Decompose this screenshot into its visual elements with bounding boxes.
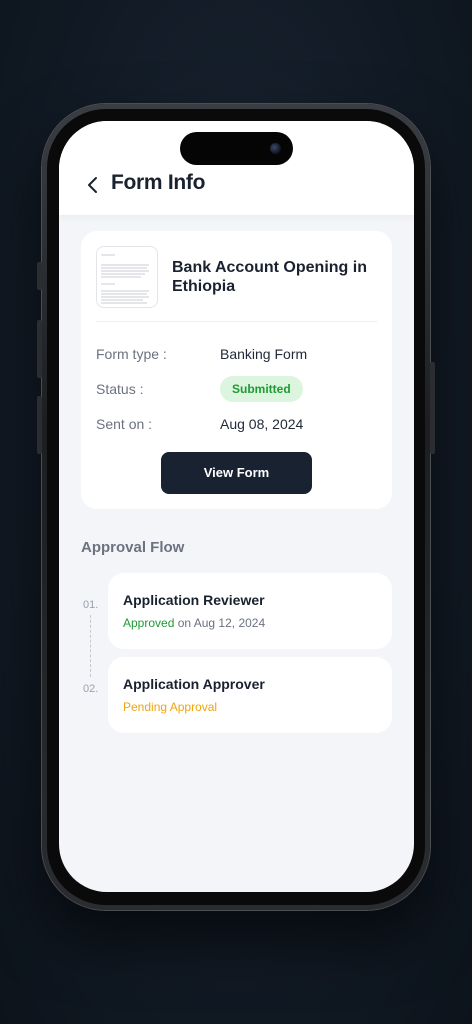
status-badge: Submitted [220, 376, 303, 402]
phone-side-button [37, 262, 42, 290]
form-type-value: Banking Form [220, 346, 308, 362]
step-number: 02. [83, 683, 99, 695]
phone-side-button [430, 362, 435, 454]
document-title: Bank Account Opening in Ethiopia [172, 259, 367, 295]
page-title: Form Info [111, 171, 206, 194]
dynamic-island [180, 132, 293, 165]
approval-step-reviewer[interactable]: Application Reviewer Approved on Aug 12,… [108, 573, 392, 649]
step-title: Application Approver [123, 676, 265, 692]
phone-side-button [37, 320, 42, 378]
camera-icon [270, 143, 281, 154]
step-status: Approved on Aug 12, 2024 [123, 616, 265, 630]
status-row: Status : Submitted [96, 376, 377, 402]
form-type-row: Form type : Banking Form [96, 343, 377, 367]
app-screen: Form Info Bank Account Opening in Ethiop… [59, 121, 414, 892]
approved-status: Approved [123, 616, 175, 630]
approval-step-approver[interactable]: Application Approver Pending Approval [108, 657, 392, 733]
form-info-card: Bank Account Opening in Ethiopia Form ty… [81, 231, 392, 509]
form-type-label: Form type : [96, 346, 167, 362]
document-thumbnail [96, 246, 158, 308]
status-label: Status : [96, 381, 144, 397]
divider [96, 321, 377, 322]
pending-status: Pending Approval [123, 700, 218, 714]
chevron-left-icon[interactable] [85, 174, 101, 196]
step-status: Pending Approval [123, 700, 217, 714]
step-connector [90, 615, 91, 677]
view-form-button[interactable]: View Form [161, 452, 312, 494]
approval-flow-title: Approval Flow [81, 539, 185, 556]
sent-on-row: Sent on : Aug 08, 2024 [96, 413, 377, 437]
phone-side-button [37, 396, 42, 454]
step-title: Application Reviewer [123, 592, 265, 608]
sent-on-label: Sent on : [96, 416, 153, 432]
approved-date: on Aug 12, 2024 [177, 616, 266, 630]
step-number: 01. [83, 599, 99, 611]
sent-on-value: Aug 08, 2024 [220, 416, 304, 432]
